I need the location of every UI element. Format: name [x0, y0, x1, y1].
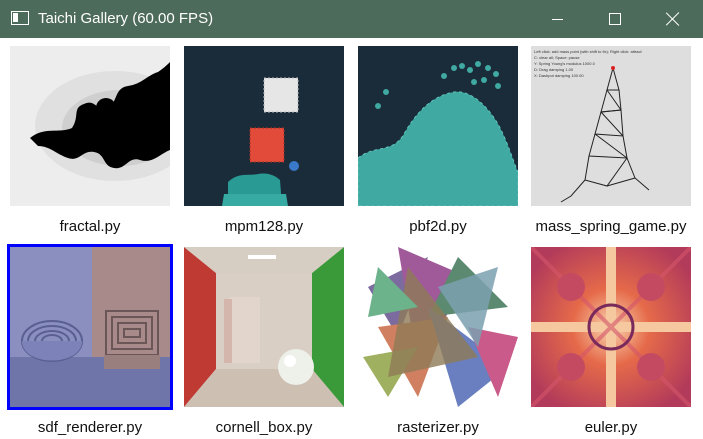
- fractal-thumbnail[interactable]: [10, 46, 170, 206]
- minimize-icon: [551, 18, 563, 20]
- gallery-grid: fractal.py mpm128.py pbf2d.py Left click…: [1, 38, 702, 438]
- rasterizer-thumbnail[interactable]: [358, 247, 518, 407]
- sdf-renderer-thumbnail[interactable]: [7, 244, 173, 410]
- gallery-item-label: sdf_renderer.py: [37, 419, 143, 436]
- gallery-item-label: mpm128.py: [224, 218, 304, 235]
- minimize-button[interactable]: [528, 0, 586, 38]
- close-icon: [666, 12, 680, 26]
- mass-spring-help-line-3: Y: Spring Young's modulus 1000.0: [534, 61, 596, 66]
- mass-spring-game-thumbnail[interactable]: Left click: add mass point (with shift t…: [531, 46, 691, 206]
- window-app-icon: [11, 11, 29, 25]
- gallery-item-label: mass_spring_game.py: [535, 218, 687, 235]
- mass-spring-help-line-2: C: clear all; Space: pause: [534, 55, 580, 60]
- title-bar[interactable]: Taichi Gallery (60.00 FPS): [0, 0, 703, 38]
- mass-spring-help-line-5: X: Dashpot damping 100.00: [534, 73, 584, 78]
- mass-spring-help-line-1: Left click: add mass point (with shift t…: [534, 49, 642, 54]
- gallery-item-label: pbf2d.py: [409, 218, 467, 235]
- maximize-button[interactable]: [586, 0, 644, 38]
- gallery-item-label: rasterizer.py: [397, 419, 479, 436]
- gallery-item-label: fractal.py: [59, 218, 121, 235]
- mpm128-thumbnail[interactable]: [184, 46, 344, 206]
- gallery-item-label: euler.py: [584, 419, 638, 436]
- euler-thumbnail[interactable]: [531, 247, 691, 407]
- maximize-icon: [609, 13, 621, 25]
- pbf2d-thumbnail[interactable]: [358, 46, 518, 206]
- cornell-box-thumbnail[interactable]: [184, 247, 344, 407]
- gallery-item-label: cornell_box.py: [215, 419, 313, 436]
- close-button[interactable]: [644, 0, 702, 38]
- window-title: Taichi Gallery (60.00 FPS): [38, 10, 214, 27]
- mass-spring-help-line-4: D: Drag damping 1.00: [534, 67, 574, 72]
